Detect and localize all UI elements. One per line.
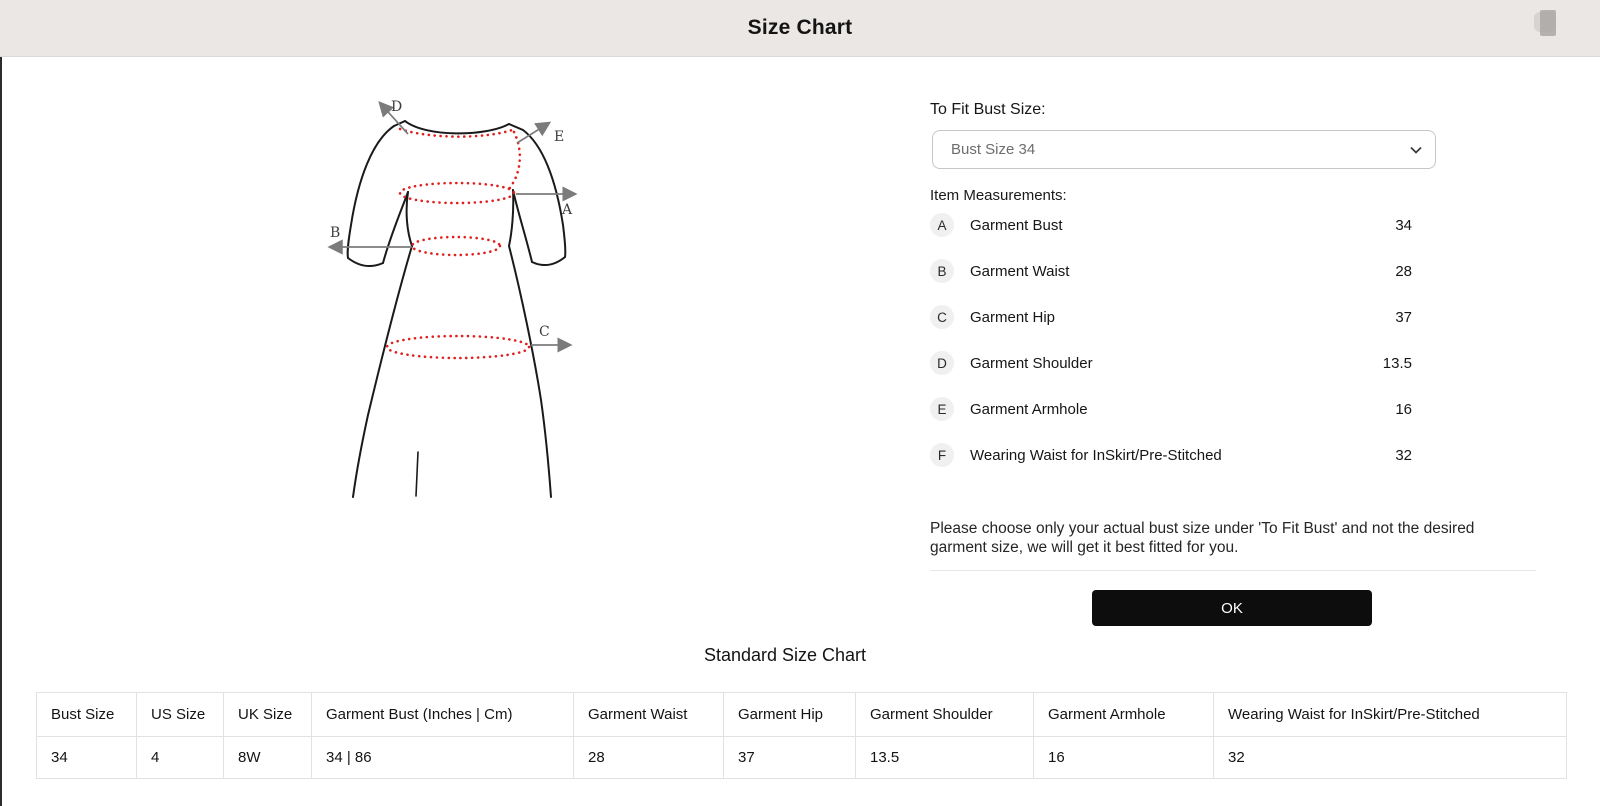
cell-garment-waist: 28 [574,737,724,779]
measurement-badge-e: E [930,397,954,421]
measurement-value: 37 [1395,309,1412,326]
label-d: D [391,99,402,115]
blurred-image-icon-front [1540,10,1556,36]
measurement-value: 34 [1395,217,1412,234]
measurement-value: 13.5 [1383,355,1412,372]
label-c: C [539,324,550,340]
panel-divider [930,570,1536,571]
table-row: 34 4 8W 34 | 86 28 37 13.5 16 32 [37,737,1567,779]
label-b: B [330,225,340,241]
measurement-label: Garment Bust [970,217,1063,234]
measurement-row-b: B Garment Waist 28 [930,259,1412,283]
page-title: Size Chart [748,16,853,40]
col-bust-size: Bust Size [37,693,137,737]
col-garment-bust: Garment Bust (Inches | Cm) [312,693,574,737]
cell-wearing-waist: 32 [1214,737,1567,779]
armhole-dotted-line [509,132,520,189]
blurred-image-icon[interactable] [1534,8,1560,38]
measurement-badge-d: D [930,351,954,375]
col-garment-armhole: Garment Armhole [1034,693,1214,737]
ok-button[interactable]: OK [1092,590,1372,626]
measurement-row-c: C Garment Hip 37 [930,305,1412,329]
standard-size-chart-table: Bust Size US Size UK Size Garment Bust (… [36,692,1567,779]
cell-us-size: 4 [137,737,224,779]
left-border [0,0,2,806]
col-garment-waist: Garment Waist [574,693,724,737]
measurement-dotted-lines [387,129,529,358]
label-a: A [561,202,573,218]
measurement-value: 16 [1395,401,1412,418]
to-fit-bust-label: To Fit Bust Size: [930,101,1046,119]
col-garment-hip: Garment Hip [724,693,856,737]
measurement-badge-b: B [930,259,954,283]
measurement-badge-a: A [930,213,954,237]
col-us-size: US Size [137,693,224,737]
standard-size-chart-title: Standard Size Chart [0,645,1570,666]
cell-bust-size: 34 [37,737,137,779]
item-measurements-heading: Item Measurements: [930,187,1067,204]
col-uk-size: UK Size [224,693,312,737]
col-wearing-waist: Wearing Waist for InSkirt/Pre-Stitched [1214,693,1567,737]
measurement-badge-c: C [930,305,954,329]
table-header-row: Bust Size US Size UK Size Garment Bust (… [37,693,1567,737]
waist-dotted-ellipse [412,237,500,255]
arrow-labels: A B C D E [330,99,573,340]
cell-garment-bust: 34 | 86 [312,737,574,779]
measurement-arrows [330,103,575,345]
dress-outline [348,121,566,497]
col-garment-shoulder: Garment Shoulder [856,693,1034,737]
measurement-row-e: E Garment Armhole 16 [930,397,1412,421]
measurement-row-f: F Wearing Waist for InSkirt/Pre-Stitched… [930,443,1412,467]
measurement-label: Garment Shoulder [970,355,1093,372]
cell-garment-armhole: 16 [1034,737,1214,779]
size-selection-panel: To Fit Bust Size: Bust Size 34 Item Meas… [930,0,1536,660]
measurement-row-a: A Garment Bust 34 [930,213,1412,237]
measurement-list: A Garment Bust 34 B Garment Waist 28 C G… [930,213,1412,489]
measurement-value: 28 [1395,263,1412,280]
label-e: E [554,129,564,145]
cell-garment-shoulder: 13.5 [856,737,1034,779]
cell-garment-hip: 37 [724,737,856,779]
fit-advice-note: Please choose only your actual bust size… [930,519,1490,557]
hip-dotted-ellipse [387,336,529,358]
bust-size-select[interactable]: Bust Size 34 [932,130,1436,169]
cell-uk-size: 8W [224,737,312,779]
dress-diagram-svg: A B C D E [320,85,600,498]
measurement-label: Garment Armhole [970,401,1088,418]
measurement-label: Wearing Waist for InSkirt/Pre-Stitched [970,447,1222,464]
measurement-row-d: D Garment Shoulder 13.5 [930,351,1412,375]
measurement-badge-f: F [930,443,954,467]
measurement-label: Garment Waist [970,263,1069,280]
measurement-label: Garment Hip [970,309,1055,326]
garment-measurement-diagram: A B C D E [320,85,600,498]
bust-size-select-wrap: Bust Size 34 [932,130,1436,169]
measurement-value: 32 [1395,447,1412,464]
bust-dotted-ellipse [400,183,514,203]
